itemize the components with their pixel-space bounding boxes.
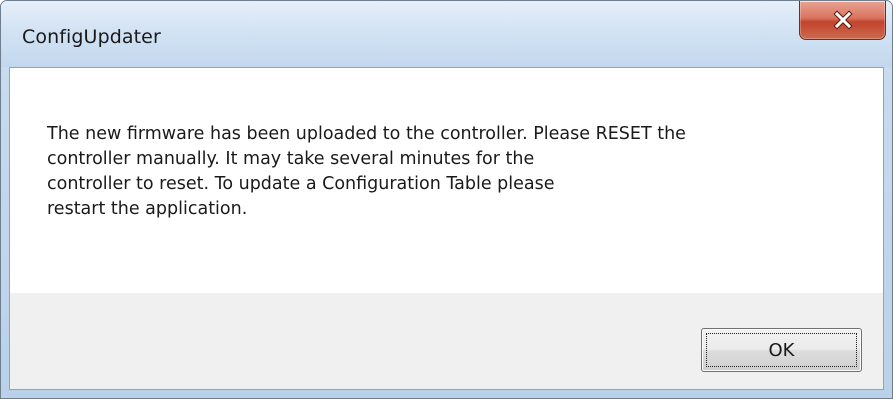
close-icon (832, 10, 853, 30)
message-line: controller to reset. To update a Configu… (47, 174, 555, 194)
window-title: ConfigUpdater (22, 26, 161, 48)
title-bar[interactable]: ConfigUpdater (1, 1, 892, 67)
close-button[interactable] (799, 1, 886, 40)
message-line: controller manually. It may take several… (47, 149, 535, 169)
message-text: The new firmware has been uploaded to th… (47, 122, 867, 222)
button-bar: OK (10, 293, 883, 389)
message-area: The new firmware has been uploaded to th… (10, 68, 883, 293)
message-line: The new firmware has been uploaded to th… (47, 124, 686, 144)
ok-button-label: OK (768, 339, 795, 361)
message-line: restart the application. (47, 199, 248, 219)
ok-button[interactable]: OK (701, 328, 862, 372)
dialog-client-area: The new firmware has been uploaded to th… (9, 67, 884, 390)
dialog-window: ConfigUpdater The new firmware has been … (0, 0, 893, 399)
